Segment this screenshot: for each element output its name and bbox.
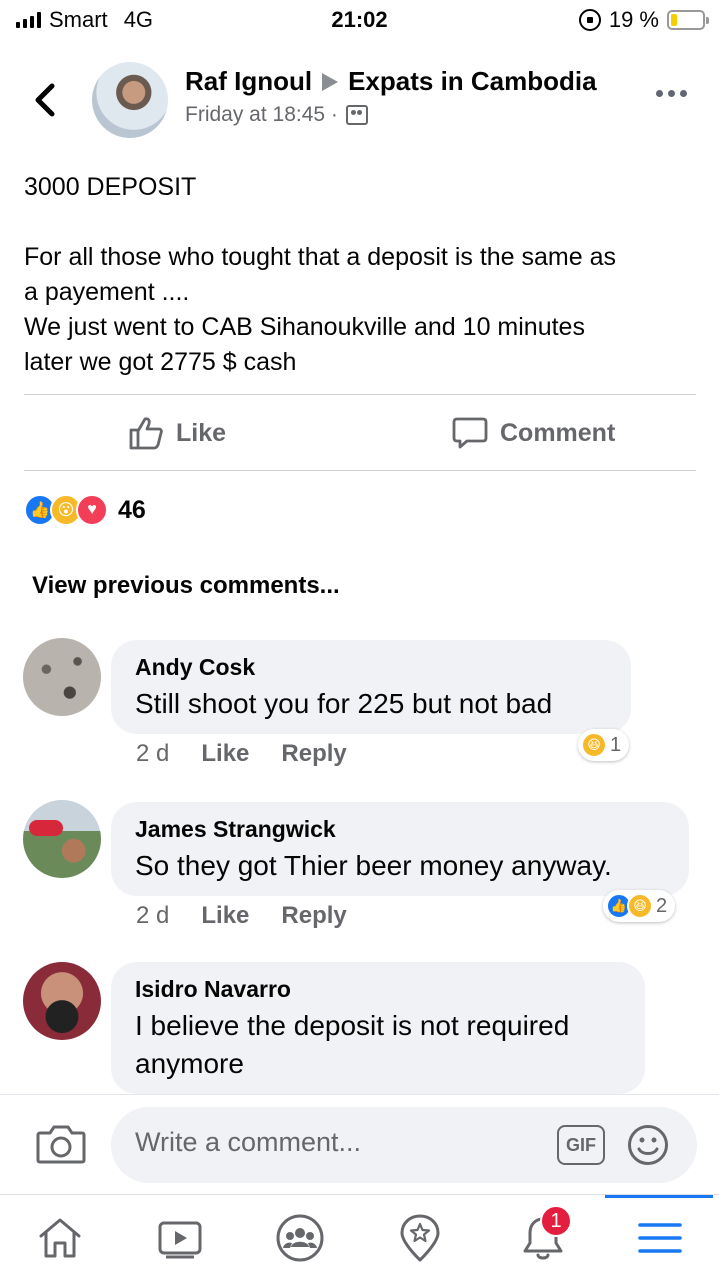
comment-reply-button[interactable]: Reply — [281, 740, 346, 768]
comment-reaction-count: 2 — [656, 894, 668, 917]
menu-icon — [638, 1223, 682, 1253]
comment-input-placeholder: Write a comment... — [135, 1127, 362, 1157]
author-name[interactable]: Raf Ignoul — [185, 66, 312, 97]
divider — [24, 394, 696, 395]
comment-reactions[interactable]: 👍 😆 2 — [603, 890, 676, 922]
comment-meta: 2 d Like Reply — [136, 902, 347, 930]
nav-notifications[interactable]: 1 — [500, 1195, 586, 1280]
status-bar: Smart 4G 21:02 19 % — [0, 0, 719, 40]
comment-bubble: James Strangwick So they got Thier beer … — [111, 802, 689, 896]
post-line: a payement .... — [24, 278, 190, 306]
bottom-nav: 1 — [0, 1194, 719, 1280]
divider — [24, 470, 696, 471]
comment-button[interactable]: Comment — [452, 416, 615, 450]
post-title: 3000 DEPOSIT — [24, 173, 197, 201]
back-arrow-icon[interactable] — [30, 80, 60, 120]
comment-composer: Write a comment... GIF — [0, 1094, 719, 1194]
nav-menu[interactable] — [620, 1195, 700, 1280]
commenter-name[interactable]: James Strangwick — [135, 816, 665, 843]
more-options-icon[interactable] — [656, 90, 687, 97]
reaction-count: 46 — [118, 495, 146, 524]
arrow-right-icon — [322, 72, 339, 91]
reactions-summary[interactable]: 👍 😮 ♥ 46 — [24, 494, 146, 526]
comment-text-line: I believe the deposit is not required — [135, 1010, 570, 1041]
comment-input[interactable]: Write a comment... GIF — [111, 1107, 697, 1183]
view-previous-comments[interactable]: View previous comments... — [32, 572, 340, 600]
status-right: 19 % — [578, 7, 709, 33]
post-line: We just went to CAB Sihanoukville and 10… — [24, 313, 585, 341]
post-actions: Like Comment — [0, 408, 719, 462]
nav-watch[interactable] — [140, 1195, 220, 1280]
group-privacy-icon — [345, 105, 368, 125]
emoji-icon[interactable] — [627, 1124, 669, 1166]
home-icon — [39, 1218, 81, 1258]
groups-icon — [276, 1214, 324, 1262]
comment-text: So they got Thier beer money anyway. — [135, 850, 612, 881]
nav-groups[interactable] — [260, 1195, 340, 1280]
post-line: later we got 2775 $ cash — [24, 348, 297, 376]
haha-reaction-icon: 😆 — [627, 893, 653, 919]
pages-icon — [400, 1214, 440, 1262]
comment-icon — [452, 417, 488, 449]
comment-meta: 2 d Like Reply — [136, 740, 347, 768]
post-timestamp[interactable]: Friday at 18:45 · — [185, 103, 338, 127]
like-label: Like — [176, 418, 227, 447]
comment-label: Comment — [500, 418, 616, 447]
thumbs-up-icon — [129, 417, 163, 450]
group-name[interactable]: Expats in Cambodia — [348, 66, 597, 97]
comment-like-button[interactable]: Like — [201, 740, 249, 768]
video-icon — [158, 1221, 202, 1259]
battery-icon — [667, 10, 709, 30]
comment-reaction-count: 1 — [610, 733, 622, 756]
comment-time: 2 d — [136, 740, 170, 767]
comment-text-line: anymore — [135, 1048, 244, 1079]
post-meta: Raf Ignoul Expats in Cambodia Friday at … — [185, 66, 597, 127]
love-reaction-icon: ♥ — [76, 494, 108, 526]
commenter-avatar[interactable] — [23, 962, 101, 1040]
like-button[interactable]: Like — [128, 416, 226, 450]
camera-icon[interactable] — [36, 1123, 86, 1165]
commenter-avatar[interactable] — [23, 800, 101, 878]
nav-pages[interactable] — [380, 1195, 460, 1280]
commenter-avatar[interactable] — [23, 638, 101, 716]
nav-home[interactable] — [20, 1195, 100, 1280]
comment-time: 2 d — [136, 902, 170, 929]
comment-bubble: Andy Cosk Still shoot you for 225 but no… — [111, 640, 631, 734]
post-body: 3000 DEPOSIT For all those who tought th… — [24, 170, 696, 380]
commenter-name[interactable]: Andy Cosk — [135, 654, 607, 681]
commenter-name[interactable]: Isidro Navarro — [135, 976, 621, 1003]
notification-badge: 1 — [540, 1205, 572, 1237]
battery-percent: 19 % — [608, 7, 659, 32]
gif-button[interactable]: GIF — [557, 1125, 605, 1165]
rotation-lock-icon — [578, 9, 601, 31]
post-header: Raf Ignoul Expats in Cambodia Friday at … — [0, 58, 719, 142]
comment-reply-button[interactable]: Reply — [281, 902, 346, 930]
author-avatar[interactable] — [92, 62, 168, 138]
comment-bubble: Isidro Navarro I believe the deposit is … — [111, 962, 645, 1094]
haha-reaction-icon: 😆 — [581, 732, 607, 758]
comment-text: Still shoot you for 225 but not bad — [135, 688, 553, 719]
comment-reactions[interactable]: 😆 1 — [578, 729, 630, 761]
comment-like-button[interactable]: Like — [201, 902, 249, 930]
post-line: For all those who tought that a deposit … — [24, 243, 617, 271]
